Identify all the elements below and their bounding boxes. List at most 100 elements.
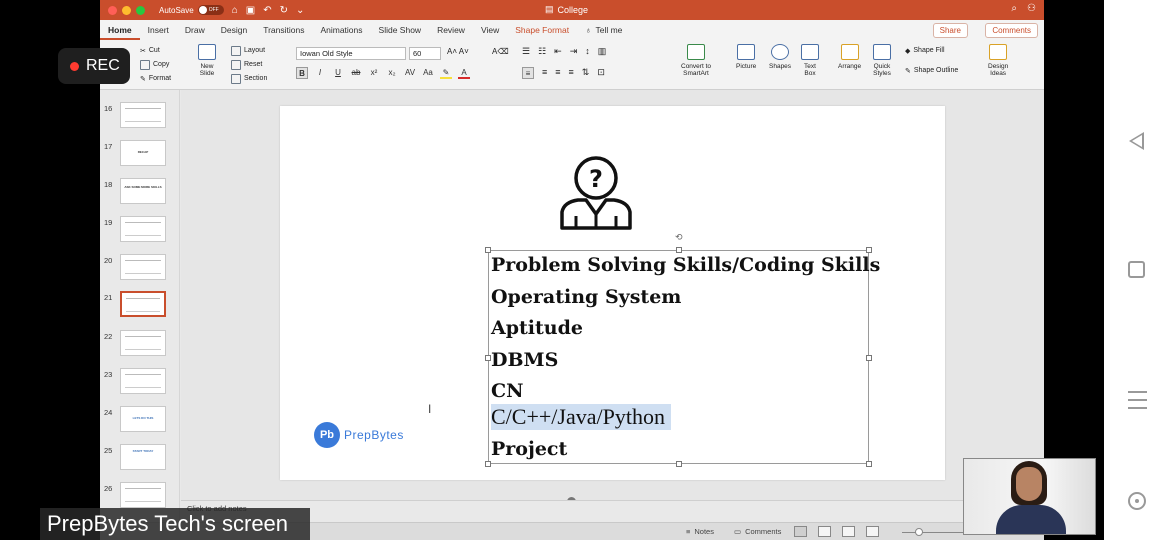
slide-thumbnail[interactable] [120, 330, 166, 356]
slide[interactable]: ? ⟲ Problem Solving Skills/Coding Skills… [280, 106, 945, 480]
thumbnail-25[interactable]: 25 START TODAY [100, 444, 180, 474]
thumbnail-22[interactable]: 22 [100, 330, 180, 360]
align-right-icon[interactable]: ≡ [555, 67, 560, 79]
slideshow-icon[interactable] [866, 526, 879, 537]
font-name-select[interactable]: Iowan Old Style [296, 47, 406, 60]
slide-thumbnail[interactable]: ASK SOME MORE SKILLS [120, 178, 166, 204]
undo-icon[interactable]: ↶ [263, 5, 271, 16]
tab-design[interactable]: Design [213, 20, 255, 40]
thumbnail-19[interactable]: 19 [100, 216, 180, 246]
text-direction-icon[interactable]: ⇅ [582, 67, 590, 79]
slide-text-line[interactable]: Project [491, 438, 567, 460]
notes-pane[interactable]: Click to add notes [181, 500, 1044, 522]
layout-button[interactable]: Layout [231, 44, 265, 57]
notes-toggle[interactable]: ≡ Notes [686, 527, 714, 536]
thumbnail-18[interactable]: 18 ASK SOME MORE SKILLS [100, 178, 180, 208]
line-spacing-icon[interactable]: ↕ [585, 46, 590, 57]
slide-thumbnail[interactable] [120, 254, 166, 280]
comments-toggle[interactable]: ▭ Comments [734, 527, 781, 536]
picture-button[interactable]: Picture [736, 44, 756, 70]
change-case-button[interactable]: Aa [422, 67, 434, 79]
thumbnail-24[interactable]: 24 LETS DO THIS [100, 406, 180, 436]
tab-view[interactable]: View [473, 20, 507, 40]
reset-button[interactable]: Reset [231, 58, 262, 71]
slide-text-line[interactable]: CN [491, 380, 524, 402]
superscript-button[interactable]: x² [368, 67, 380, 79]
slide-thumbnail[interactable]: START TODAY [120, 444, 166, 470]
shape-fill-button[interactable]: ◆ Shape Fill [905, 44, 945, 57]
resize-handle[interactable] [866, 355, 872, 361]
zoom-slider-thumb[interactable] [915, 528, 923, 536]
font-size-select[interactable]: 60 [409, 47, 441, 60]
clear-format-icon[interactable]: A⌫ [492, 47, 509, 56]
font-color-icon[interactable]: A [458, 67, 470, 79]
tab-home[interactable]: Home [100, 20, 140, 40]
resize-handle[interactable] [866, 461, 872, 467]
section-button[interactable]: Section [231, 72, 267, 85]
shape-outline-button[interactable]: ✎ Shape Outline [905, 64, 958, 77]
slide-thumbnail-selected[interactable] [120, 291, 166, 317]
slide-thumbnail[interactable] [120, 482, 166, 508]
columns-icon[interactable]: ▥ [598, 46, 607, 57]
shapes-button[interactable]: Shapes [769, 44, 791, 70]
account-icon[interactable]: ⚇ [1027, 3, 1036, 14]
home-icon[interactable]: ⌂ [232, 5, 238, 16]
tab-review[interactable]: Review [429, 20, 473, 40]
home-square-icon[interactable] [1128, 261, 1145, 278]
thumbnail-17[interactable]: 17 RECAP [100, 140, 180, 170]
slide-text-line[interactable]: DBMS [491, 349, 558, 371]
resize-handle[interactable] [485, 247, 491, 253]
resize-handle[interactable] [866, 247, 872, 253]
font-grow-shrink[interactable]: A˄ A˅ [447, 47, 469, 56]
align-center-icon[interactable]: ≡ [542, 67, 547, 79]
tell-me[interactable]: ♁ Tell me [577, 25, 630, 35]
minimize-window-button[interactable] [122, 5, 131, 15]
design-ideas-button[interactable]: Design Ideas [988, 44, 1008, 77]
thumbnail-20[interactable]: 20 [100, 254, 180, 284]
new-slide-button[interactable]: New Slide [198, 44, 216, 77]
selected-text-box[interactable]: Problem Solving Skills/Coding Skills Ope… [485, 247, 880, 467]
cut-button[interactable]: ✂ Cut [140, 44, 160, 57]
customize-toolbar-icon[interactable]: ⌄ [296, 5, 304, 16]
slide-thumbnail[interactable]: RECAP [120, 140, 166, 166]
subscript-button[interactable]: x₂ [386, 67, 398, 79]
slide-text-line[interactable]: Operating System [491, 286, 681, 308]
slide-thumbnail[interactable] [120, 368, 166, 394]
numbering-icon[interactable]: ☷ [538, 46, 546, 57]
text-box-button[interactable]: Text Box [801, 44, 819, 77]
reading-view-icon[interactable] [842, 526, 855, 537]
save-icon[interactable]: ▣ [246, 5, 255, 16]
highlight-icon[interactable]: ✎ [440, 67, 452, 79]
convert-smartart-button[interactable]: Convert to SmartArt [681, 44, 711, 77]
tab-transitions[interactable]: Transitions [255, 20, 312, 40]
tab-insert[interactable]: Insert [140, 20, 177, 40]
copy-button[interactable]: Copy [140, 58, 169, 71]
share-button[interactable]: Share [932, 23, 968, 38]
normal-view-icon[interactable] [794, 526, 807, 537]
justify-icon[interactable]: ≡ [569, 67, 574, 79]
increase-indent-icon[interactable]: ⇥ [570, 46, 578, 57]
thumbnail-23[interactable]: 23 [100, 368, 180, 398]
search-icon[interactable]: ⌕ [1011, 3, 1017, 14]
quick-styles-button[interactable]: Quick Styles [873, 44, 891, 77]
slide-text-line[interactable]: Problem Solving Skills/Coding Skills [491, 254, 880, 276]
comments-button[interactable]: Comments [985, 23, 1038, 38]
autosave-toggle[interactable]: OFF [197, 5, 224, 15]
align-text-icon[interactable]: ⊡ [597, 67, 605, 79]
back-icon[interactable] [1129, 132, 1144, 150]
tab-animations[interactable]: Animations [312, 20, 370, 40]
tab-slide-show[interactable]: Slide Show [371, 20, 430, 40]
slide-text-line[interactable]: Aptitude [491, 317, 583, 339]
slide-thumbnail[interactable]: LETS DO THIS [120, 406, 166, 432]
spacing-button[interactable]: AV [404, 67, 416, 79]
underline-button[interactable]: U [332, 67, 344, 79]
slide-thumbnail[interactable] [120, 216, 166, 242]
italic-button[interactable]: I [314, 67, 326, 79]
resize-handle[interactable] [676, 461, 682, 467]
bold-button[interactable]: B [296, 67, 308, 79]
resize-handle[interactable] [485, 461, 491, 467]
thumbnail-21[interactable]: 21 [100, 291, 180, 321]
decrease-indent-icon[interactable]: ⇤ [554, 46, 562, 57]
bullets-icon[interactable]: ☰ [522, 46, 530, 57]
maximize-window-button[interactable] [136, 5, 145, 15]
